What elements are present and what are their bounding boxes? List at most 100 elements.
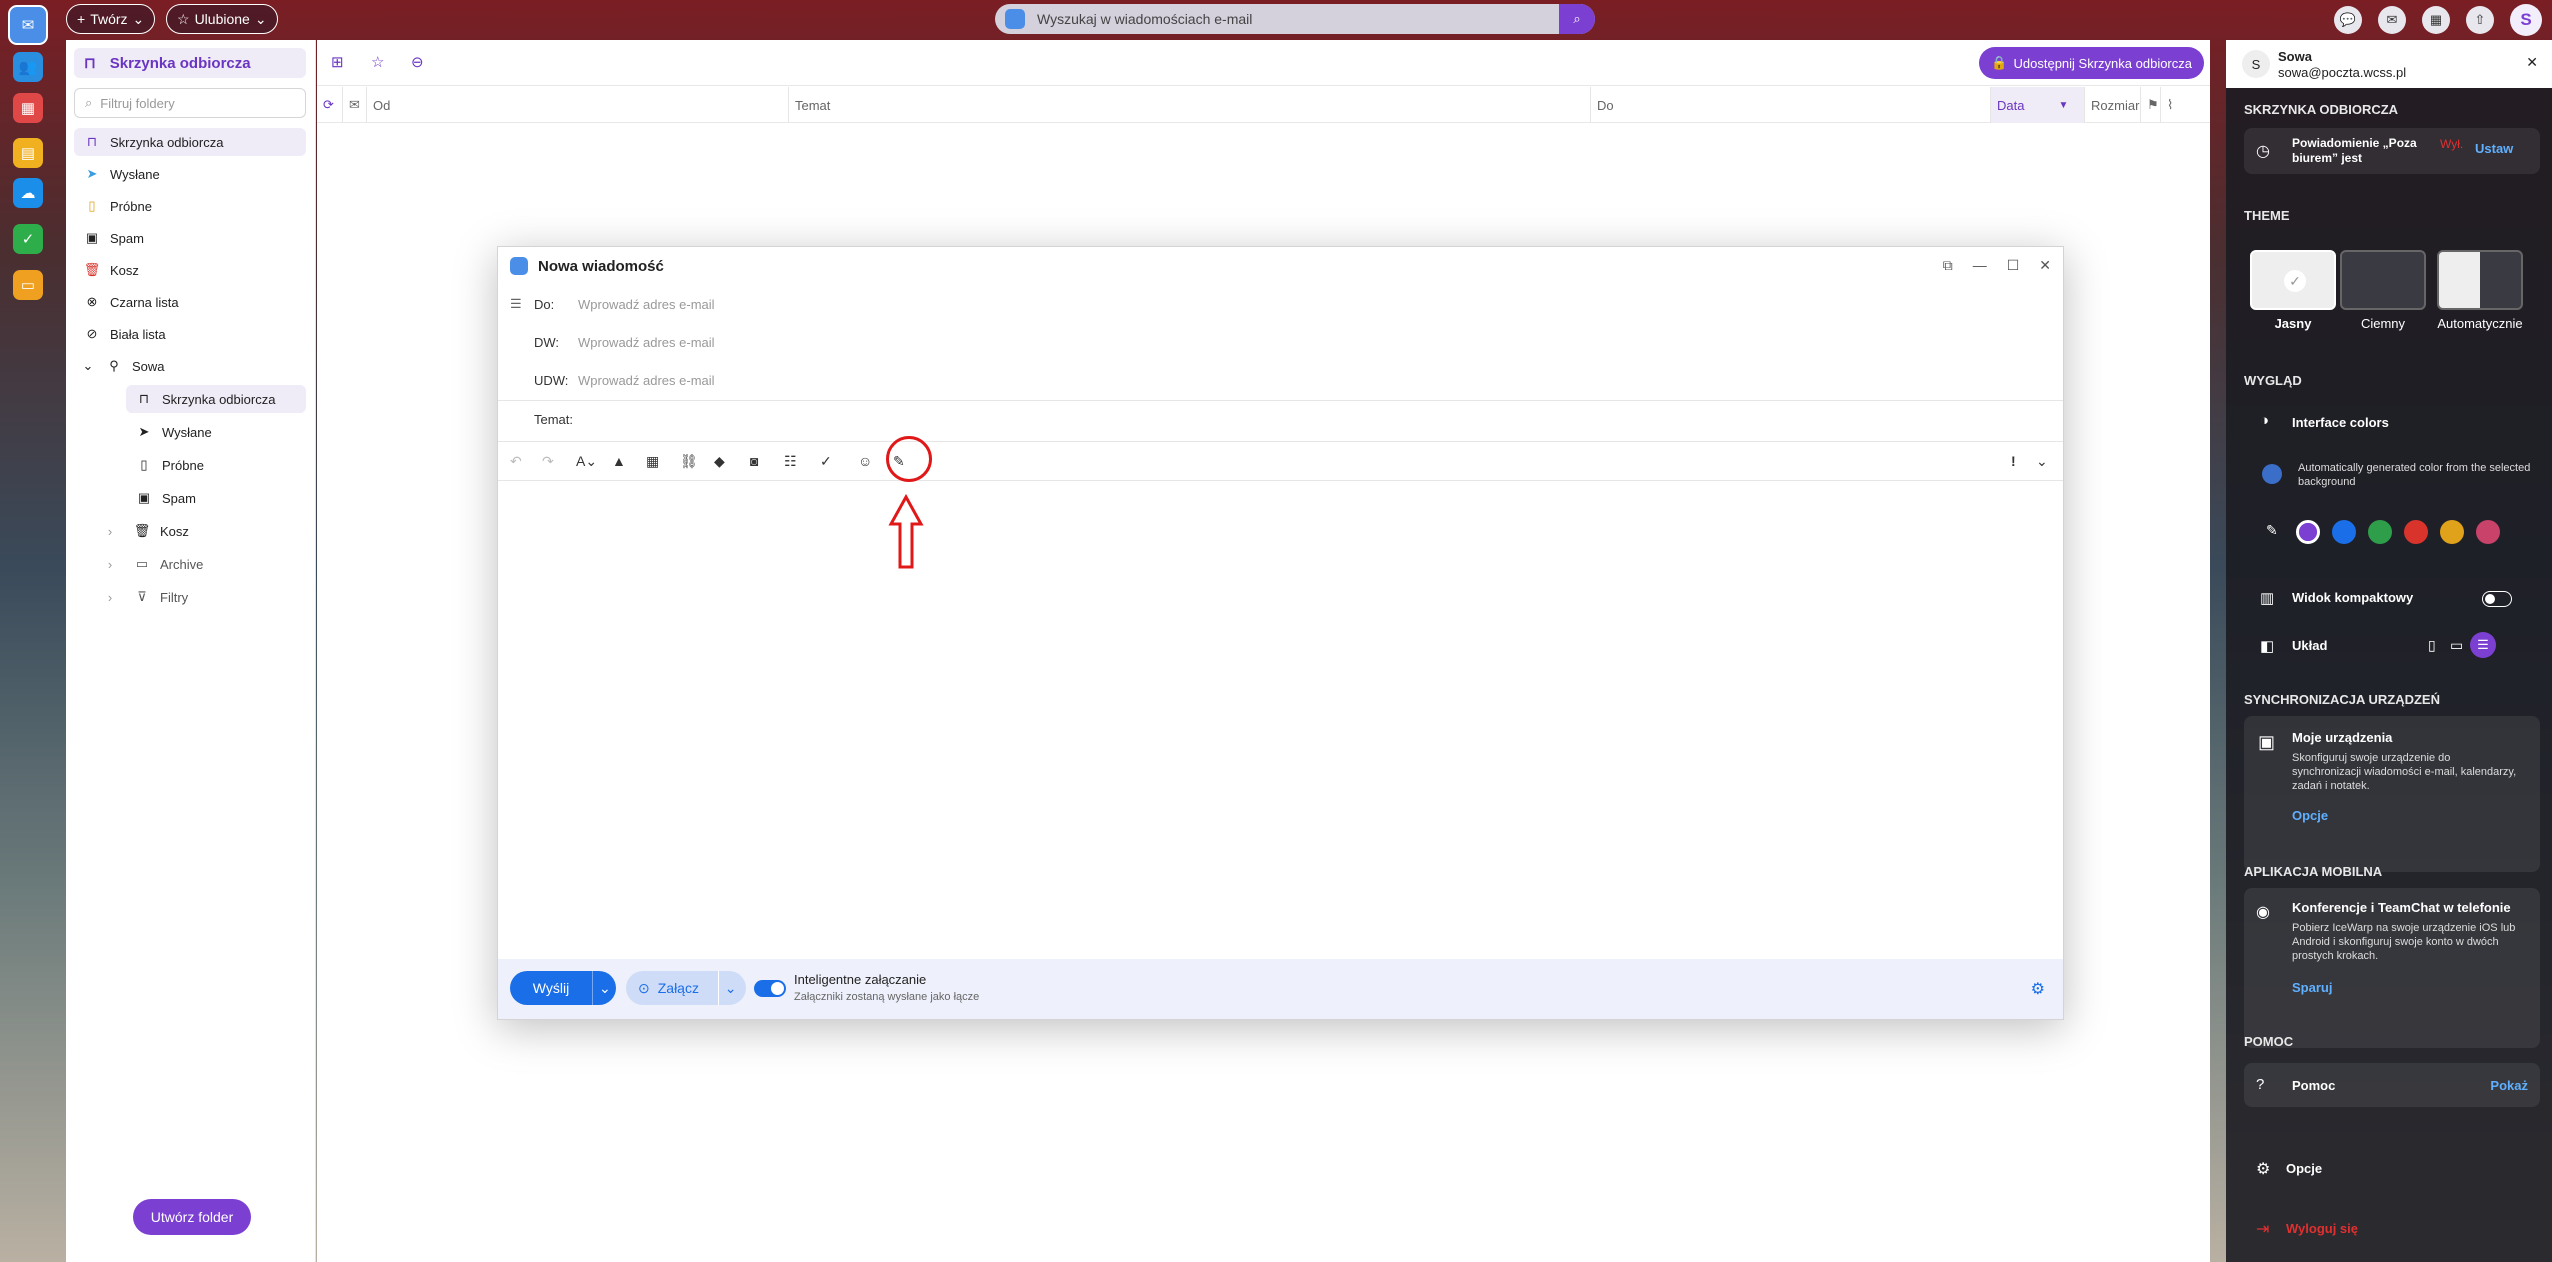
devices-options-link[interactable]: Opcje: [2292, 808, 2328, 823]
layout-vertical-icon[interactable]: ▯: [2428, 637, 2436, 654]
to-field[interactable]: ☰ Do: Wprowadź adres e-mail: [498, 285, 2063, 323]
create-folder-button[interactable]: Utwórz folder: [133, 1199, 251, 1235]
compact-view-toggle[interactable]: [2482, 591, 2512, 607]
chevron-down-icon[interactable]: ⌄: [592, 971, 611, 1005]
new-folder-icon[interactable]: ⊞: [331, 53, 344, 71]
chevron-down-icon[interactable]: ⌄: [2036, 453, 2048, 470]
subject-field[interactable]: Temat:: [498, 400, 2063, 438]
folder-filter-input[interactable]: ⌕ Filtruj foldery: [74, 88, 306, 118]
flag-icon[interactable]: ⚑: [2141, 87, 2161, 123]
eyedropper-icon[interactable]: ✎: [2266, 522, 2278, 539]
swatch-red[interactable]: [2404, 520, 2428, 544]
swatch-green[interactable]: [2368, 520, 2392, 544]
notes-app-icon[interactable]: ▤: [13, 138, 43, 168]
swatch-purple[interactable]: [2296, 520, 2320, 544]
mail-icon[interactable]: ✉: [343, 87, 367, 123]
column-size[interactable]: Rozmiar: [2085, 87, 2141, 123]
folder-item-trash[interactable]: 🗑 Kosz: [74, 256, 306, 284]
font-style-icon[interactable]: A⌄: [576, 453, 597, 470]
subfolder-item-trash[interactable]: › 🗑 Kosz: [102, 517, 306, 545]
column-to[interactable]: Do: [1591, 87, 1991, 123]
list-icon[interactable]: ☰: [510, 296, 522, 312]
auto-color-swatch[interactable]: [2262, 464, 2282, 484]
minus-circle-icon[interactable]: ⊖: [411, 53, 424, 71]
theme-auto[interactable]: Automatycznie: [2430, 250, 2530, 331]
image-icon[interactable]: ▲: [612, 453, 626, 469]
subfolder-item-filters[interactable]: › ⊽ Filtry: [102, 583, 306, 611]
star-icon[interactable]: ☆: [371, 53, 384, 71]
favorites-button[interactable]: ☆ Ulubione ⌄: [166, 4, 278, 34]
swatch-blue[interactable]: [2332, 520, 2356, 544]
close-icon[interactable]: ✕: [2039, 257, 2051, 274]
cc-input[interactable]: Wprowadź adres e-mail: [578, 335, 715, 350]
contacts-app-icon[interactable]: 👥: [13, 52, 43, 82]
redo-icon[interactable]: ↷: [542, 453, 554, 470]
folder-item-inbox[interactable]: ⊓ Skrzynka odbiorcza: [74, 128, 306, 156]
subfolder-item-archive[interactable]: › ▭ Archive: [102, 550, 306, 578]
folder-item-spam[interactable]: ▣ Spam: [74, 224, 306, 252]
logout-item[interactable]: ⇥ Wyloguj się: [2226, 1208, 2552, 1248]
subfolder-item-inbox[interactable]: ⊓ Skrzynka odbiorcza: [126, 385, 306, 413]
folder-panel-title[interactable]: ⊓ Skrzynka odbiorcza: [74, 48, 306, 78]
gear-icon[interactable]: ⚙: [2031, 979, 2045, 999]
bcc-input[interactable]: Wprowadź adres e-mail: [578, 373, 715, 388]
column-from[interactable]: Od: [367, 87, 789, 123]
refresh-icon[interactable]: ⟳: [317, 87, 343, 123]
folder-item-blacklist[interactable]: ⊗ Czarna lista: [74, 288, 306, 316]
search-input[interactable]: Wyszukaj w wiadomościach e-mail: [1037, 11, 1559, 27]
upload-icon[interactable]: ⇧: [2466, 6, 2494, 34]
minimize-icon[interactable]: —: [1973, 257, 1987, 274]
send-button[interactable]: Wyślij ⌄: [510, 971, 616, 1005]
avatar[interactable]: S: [2510, 4, 2542, 36]
smart-attach-toggle[interactable]: [754, 980, 786, 997]
theme-light[interactable]: ✓ Jasny: [2250, 250, 2336, 331]
layout-horizontal-icon[interactable]: ▭: [2450, 637, 2463, 654]
undo-icon[interactable]: ↶: [510, 453, 522, 470]
account-sowa[interactable]: ⌄ ⚲ Sowa: [80, 352, 306, 380]
calendar-app-icon[interactable]: ▦: [13, 93, 43, 123]
dropbox-icon[interactable]: ◆: [714, 453, 725, 470]
help-show-link[interactable]: Pokaż: [2490, 1078, 2528, 1093]
spellcheck-icon[interactable]: ✓: [820, 453, 832, 470]
chevron-down-icon[interactable]: ⌄: [717, 971, 736, 1005]
swatch-pink[interactable]: [2476, 520, 2500, 544]
subfolder-item-sent[interactable]: ➤ Wysłane: [126, 418, 306, 446]
priority-icon[interactable]: !: [2011, 453, 2016, 469]
search-button[interactable]: ⌕: [1559, 4, 1595, 34]
attachment-icon[interactable]: ⌇: [2161, 87, 2191, 123]
format-icon[interactable]: ☷: [784, 453, 797, 470]
files-app-icon[interactable]: ▭: [13, 270, 43, 300]
emoji-icon[interactable]: ☺: [858, 453, 872, 469]
popout-icon[interactable]: ⧉: [1943, 257, 1953, 274]
theme-dark[interactable]: Ciemny: [2340, 250, 2426, 331]
mobile-pair-link[interactable]: Sparuj: [2292, 980, 2332, 995]
column-date[interactable]: Data ▼: [1991, 87, 2085, 123]
create-button[interactable]: + Twórz ⌄: [66, 4, 156, 34]
close-icon[interactable]: ✕: [2526, 54, 2538, 71]
link-icon[interactable]: ⛓: [680, 453, 698, 470]
to-input[interactable]: Wprowadź adres e-mail: [578, 297, 715, 312]
table-icon[interactable]: ▦: [646, 453, 659, 470]
maximize-icon[interactable]: ☐: [2007, 257, 2020, 274]
folder-item-whitelist[interactable]: ⊘ Biała lista: [74, 320, 306, 348]
options-item[interactable]: ⚙ Opcje: [2226, 1148, 2552, 1188]
folder-item-drafts[interactable]: ▯ Próbne: [74, 192, 306, 220]
folder-item-sent[interactable]: ➤ Wysłane: [74, 160, 306, 188]
camera-icon[interactable]: ◙: [750, 453, 758, 469]
column-subject[interactable]: Temat: [789, 87, 1591, 123]
ooo-set-button[interactable]: Ustaw: [2475, 141, 2513, 156]
share-inbox-button[interactable]: 🔒 Udostępnij Skrzynka odbiorcza: [1979, 47, 2204, 79]
tasks-app-icon[interactable]: ✓: [13, 224, 43, 254]
calendar-icon[interactable]: ▦: [2422, 6, 2450, 34]
cc-field[interactable]: DW: Wprowadź adres e-mail: [498, 323, 2063, 361]
chat-icon[interactable]: 💬: [2334, 6, 2362, 34]
messages-icon[interactable]: ✉: [2378, 6, 2406, 34]
bcc-field[interactable]: UDW: Wprowadź adres e-mail: [498, 361, 2063, 399]
swatch-yellow[interactable]: [2440, 520, 2464, 544]
mail-app-icon[interactable]: ✉: [8, 5, 48, 45]
layout-list-icon[interactable]: ☰: [2470, 632, 2496, 658]
subfolder-item-spam[interactable]: ▣ Spam: [126, 484, 306, 512]
attach-button[interactable]: ⊙ Załącz ⌄: [626, 971, 746, 1005]
documents-app-icon[interactable]: ☁: [13, 178, 43, 208]
message-body-editor[interactable]: [498, 482, 2063, 960]
